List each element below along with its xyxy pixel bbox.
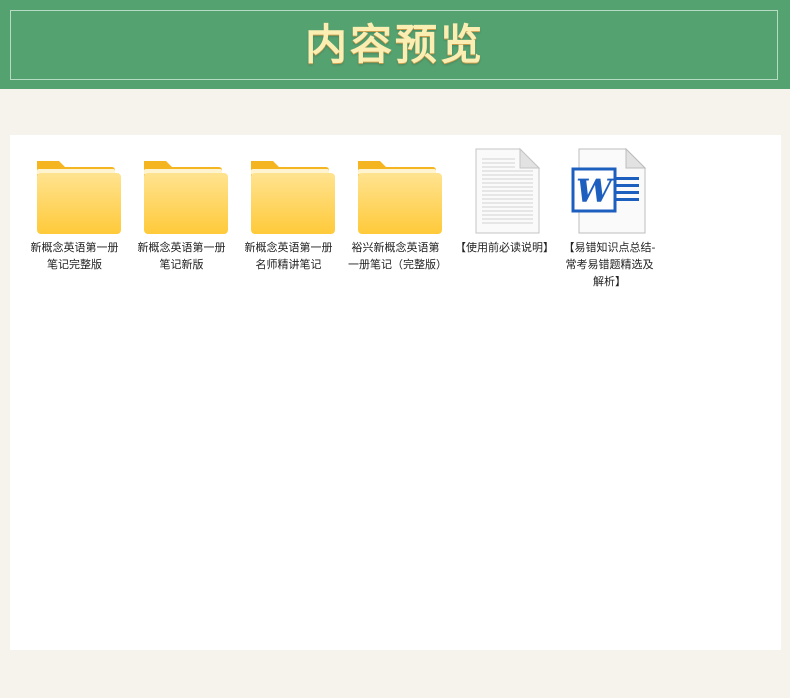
word-document-icon: W	[562, 147, 657, 235]
file-name: 新概念英语第一册名师精讲笔记	[244, 241, 333, 271]
page-title: 内容预览	[304, 20, 485, 69]
text-file-icon	[455, 147, 550, 235]
folder-icon	[27, 147, 122, 235]
file-name: 【使用前必读说明】	[455, 241, 554, 254]
file-name: 新概念英语第一册笔记新版	[137, 241, 226, 271]
file-item-text[interactable]: 【使用前必读说明】	[455, 147, 554, 256]
file-item-folder[interactable]: 新概念英语第一册笔记完整版	[27, 147, 122, 273]
file-name: 裕兴新概念英语第一册笔记（完整版）	[348, 241, 447, 271]
file-name: 新概念英语第一册笔记完整版	[30, 241, 119, 271]
file-item-folder[interactable]: 新概念英语第一册笔记新版	[134, 147, 229, 273]
folder-icon	[348, 147, 443, 235]
file-item-folder[interactable]: 新概念英语第一册名师精讲笔记	[241, 147, 336, 273]
folder-icon	[241, 147, 336, 235]
file-name: 【易错知识点总结-常考易错题精选及解析】	[563, 241, 656, 288]
file-item-folder[interactable]: 裕兴新概念英语第一册笔记（完整版）	[348, 147, 447, 273]
header-banner: 内容预览	[0, 0, 790, 89]
file-item-word[interactable]: W 【易错知识点总结-常考易错题精选及解析】	[562, 147, 657, 290]
svg-text:W: W	[576, 172, 615, 210]
folder-icon	[134, 147, 229, 235]
file-grid: 新概念英语第一册笔记完整版 新概念英语第一册笔记新版 新概念英语第一册名师精讲笔…	[10, 135, 781, 650]
